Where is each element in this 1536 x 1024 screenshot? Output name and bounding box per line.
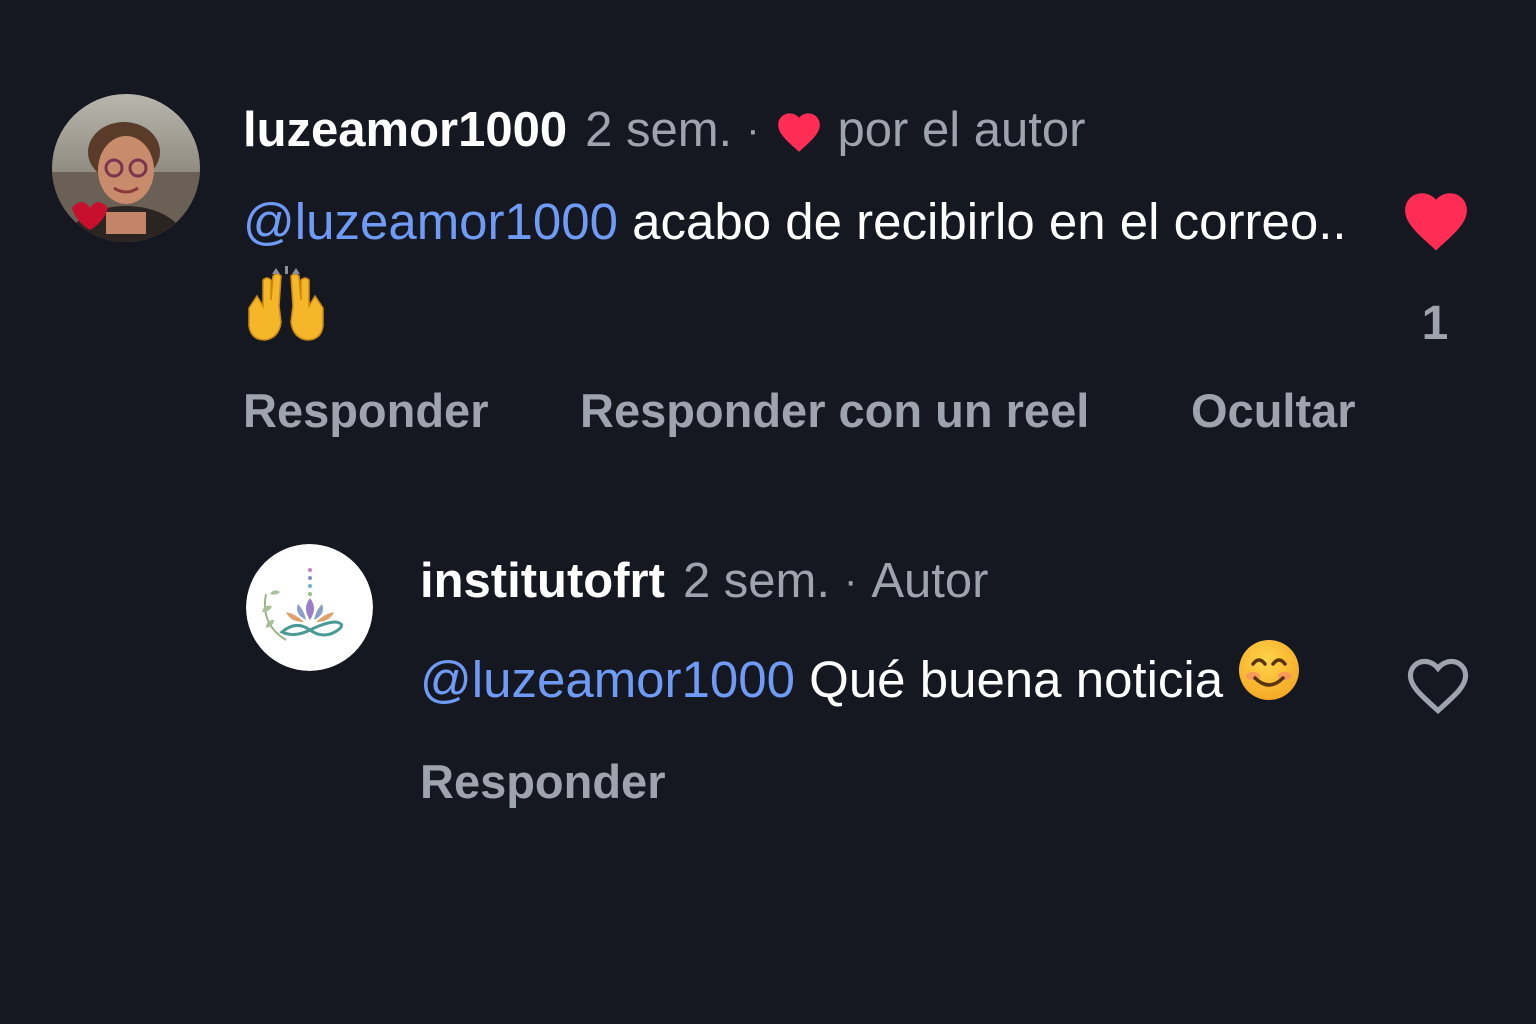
separator-dot: · (746, 108, 760, 152)
reply-actions: Responder (420, 754, 820, 814)
comment-time: 2 sem. (585, 103, 733, 157)
like-button[interactable] (1400, 648, 1476, 718)
raising-hands-icon (243, 266, 329, 373)
reply-username[interactable]: institutofrt (420, 551, 665, 611)
lotus-logo-icon (246, 544, 373, 671)
reply-body: @luzeamor1000 Qué buena noticia (420, 636, 1380, 729)
reply-time: 2 sem. (682, 554, 830, 608)
heart-outline-icon (1407, 658, 1469, 715)
comment-text: acabo de recibirlo en el correo.. (617, 193, 1347, 250)
comment-username[interactable]: luzeamor1000 (243, 100, 567, 160)
reply-button[interactable]: Responder (243, 383, 489, 438)
mention-link[interactable]: @luzeamor1000 (243, 193, 618, 250)
like-count: 1 (1421, 297, 1449, 350)
avatar-photo (52, 94, 200, 242)
liked-by-author-label: por el autor (837, 103, 1086, 157)
author-label: Autor (871, 554, 989, 608)
smiling-face-icon (1237, 638, 1301, 729)
comment-actions: Responder Responder con un reel Ocultar (243, 383, 1393, 443)
mention-link[interactable]: @luzeamor1000 (420, 651, 795, 708)
reply-with-reel-button[interactable]: Responder con un reel (580, 383, 1089, 438)
heart-filled-icon (1405, 193, 1467, 251)
reply-header: institutofrt 2 sem. · Autor (420, 551, 988, 611)
reply-button[interactable]: Responder (420, 754, 666, 809)
reply-text: Qué buena noticia (794, 651, 1238, 708)
avatar-institutofrt[interactable] (246, 544, 373, 671)
comment-header: luzeamor1000 2 sem. · por el autor (243, 100, 1085, 160)
comment-body: @luzeamor1000 acabo de recibirlo en el c… (243, 178, 1353, 373)
hide-button[interactable]: Ocultar (1191, 383, 1356, 438)
avatar-luzeamor1000[interactable] (52, 94, 200, 242)
heart-icon (774, 107, 824, 153)
separator-dot: · (844, 559, 858, 603)
like-button[interactable] (1398, 183, 1474, 253)
comments-thread: luzeamor1000 2 sem. · por el autor @luze… (0, 0, 1536, 1024)
